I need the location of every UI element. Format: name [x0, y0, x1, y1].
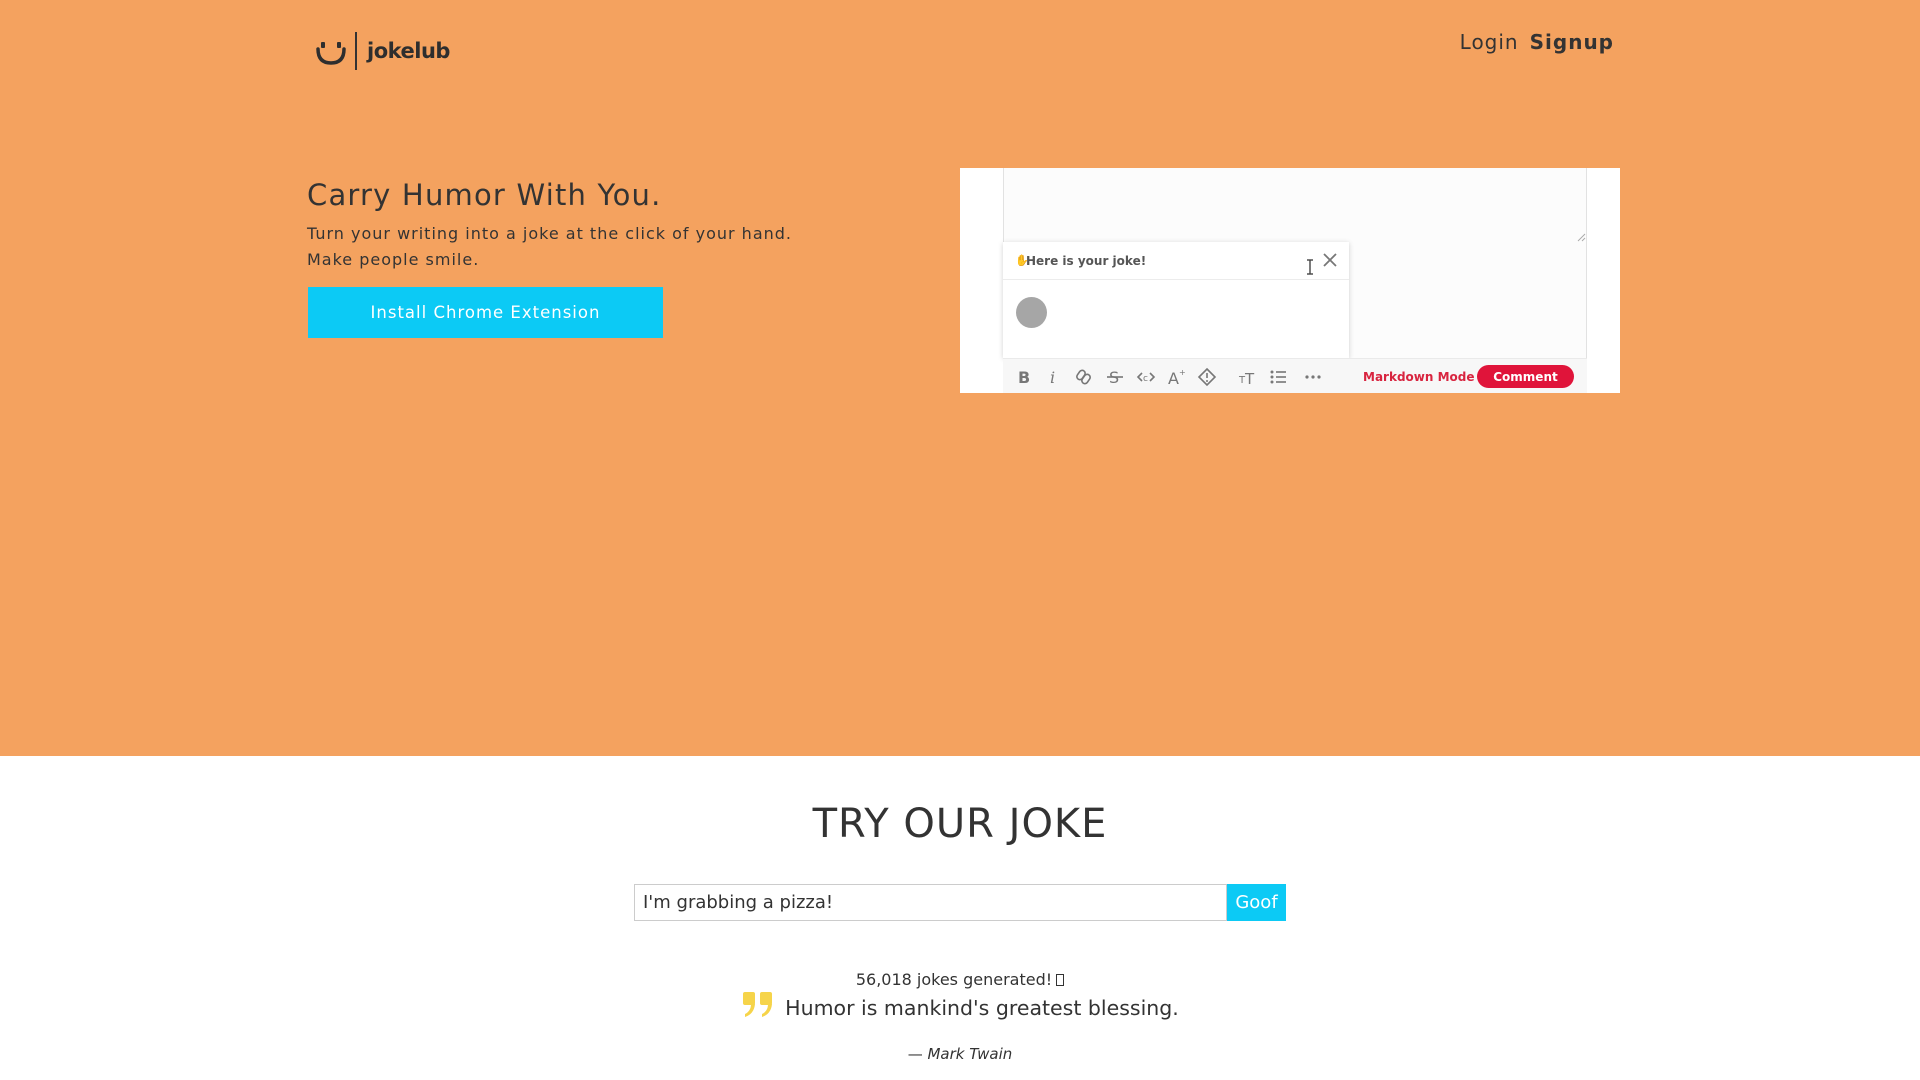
joke-popup-title: Here is your joke! — [1026, 254, 1147, 268]
font-size-icon[interactable]: A + — [1166, 367, 1186, 387]
code-icon[interactable]: c — [1136, 367, 1156, 387]
svg-text:B: B — [1018, 368, 1030, 387]
heading-icon[interactable]: T T — [1237, 367, 1257, 387]
svg-text:A: A — [1168, 369, 1179, 387]
hero-subtitle: Turn your writing into a joke at the cli… — [307, 221, 792, 273]
loading-spinner — [1016, 297, 1047, 328]
editor-toolbar: B i S c A + — [1003, 358, 1587, 393]
logo[interactable]: jokelub — [313, 31, 450, 71]
logo-divider — [355, 32, 357, 70]
joke-popup-header: ✋ Here is your joke! — [1003, 242, 1349, 280]
markdown-mode-toggle[interactable]: Markdown Mode — [1363, 370, 1475, 384]
missing-glyph-icon — [1056, 974, 1065, 986]
bold-icon[interactable]: B — [1014, 367, 1034, 387]
quote-dash: — — [907, 1045, 923, 1063]
quote-author-name: Mark Twain — [927, 1045, 1013, 1063]
strikethrough-icon[interactable]: S — [1105, 367, 1125, 387]
joke-popup: ✋ Here is your joke! — [1003, 242, 1349, 358]
hero-section: jokelub Login Signup Carry Humor With Yo… — [0, 0, 1920, 756]
hero-title: Carry Humor With You. — [307, 178, 662, 212]
extension-preview-image: ✋ Here is your joke! B i c A + T T Markd… — [960, 168, 1620, 393]
close-icon[interactable] — [1322, 252, 1338, 268]
goof-button[interactable]: Goof — [1227, 884, 1286, 921]
quote-author: — Mark Twain — [0, 1045, 1920, 1063]
logo-text: jokelub — [367, 39, 450, 63]
link-icon[interactable] — [1074, 367, 1094, 387]
comment-button[interactable]: Comment — [1477, 365, 1574, 388]
hero-subtitle-line-1: Turn your writing into a joke at the cli… — [307, 224, 793, 243]
try-section-title: TRY OUR JOKE — [812, 801, 1108, 847]
spoiler-icon[interactable] — [1197, 367, 1217, 387]
joke-input[interactable] — [634, 884, 1227, 921]
login-link[interactable]: Login — [1460, 30, 1519, 54]
signup-link[interactable]: Signup — [1530, 30, 1614, 54]
joke-form: Goof — [634, 884, 1286, 921]
install-chrome-extension-button[interactable]: Install Chrome Extension — [308, 287, 663, 338]
svg-text:+: + — [1179, 368, 1186, 377]
top-nav: Login Signup — [1460, 30, 1614, 54]
hero-subtitle-line-2: Make people smile. — [307, 250, 480, 269]
svg-text:T: T — [1244, 370, 1255, 387]
smiley-logo-icon — [316, 42, 346, 65]
more-icon[interactable] — [1303, 367, 1323, 387]
svg-text:c: c — [1143, 374, 1148, 384]
svg-text:i: i — [1050, 368, 1055, 387]
quote: Humor is mankind's greatest blessing. — [0, 992, 1920, 1020]
quote-text: Humor is mankind's greatest blessing. — [785, 996, 1179, 1020]
italic-icon[interactable]: i — [1044, 367, 1064, 387]
text-cursor-icon — [1307, 259, 1313, 275]
jokes-count: 56,018 jokes generated! — [0, 970, 1920, 989]
resize-handle-icon — [1577, 233, 1586, 242]
jokes-count-text: 56,018 jokes generated! — [855, 970, 1053, 989]
quote-icon — [743, 992, 773, 1017]
bullet-list-icon[interactable] — [1268, 367, 1288, 387]
